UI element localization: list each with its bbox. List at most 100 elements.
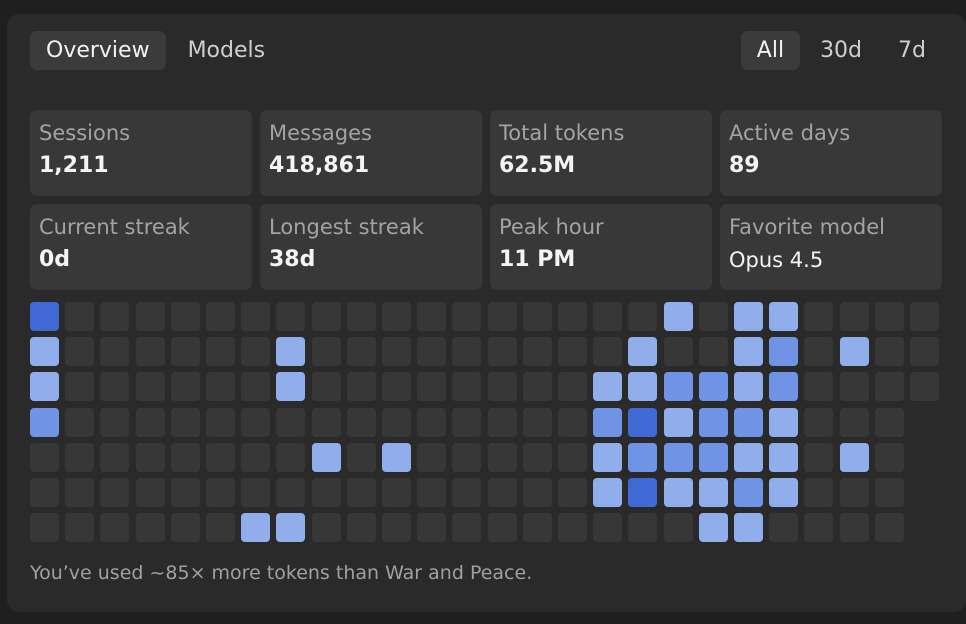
heatmap-cell bbox=[276, 478, 306, 507]
heatmap-cell bbox=[382, 302, 411, 331]
heatmap-cell bbox=[593, 442, 623, 472]
heatmap-cell bbox=[452, 478, 482, 507]
heatmap-cell bbox=[276, 337, 306, 367]
heatmap-cell bbox=[135, 372, 165, 402]
heatmap-cell bbox=[311, 513, 341, 543]
heatmap-cell bbox=[311, 302, 341, 331]
heatmap-cell bbox=[100, 478, 130, 507]
heatmap-cell bbox=[558, 372, 587, 402]
heatmap-cell bbox=[628, 442, 658, 472]
heatmap-cell bbox=[698, 337, 728, 367]
range-tabs: All 30d 7d bbox=[740, 31, 942, 70]
heatmap-cell bbox=[170, 407, 200, 437]
heatmap-cell bbox=[206, 513, 235, 543]
heatmap-cell bbox=[487, 513, 517, 543]
heatmap-cell bbox=[769, 337, 799, 367]
usage-panel: Overview Models All 30d 7d Sessions 1,21… bbox=[7, 14, 966, 612]
view-tabs: Overview Models bbox=[30, 31, 281, 70]
range-7d[interactable]: 7d bbox=[882, 31, 942, 70]
heatmap-cell bbox=[170, 302, 200, 331]
heatmap-cell bbox=[311, 372, 341, 402]
heatmap-cell bbox=[346, 372, 376, 402]
heatmap-cell bbox=[30, 302, 59, 331]
heatmap-cell bbox=[663, 372, 693, 402]
stat-card-sessions: Sessions 1,211 bbox=[30, 110, 252, 196]
heatmap-cell bbox=[417, 407, 447, 437]
range-all[interactable]: All bbox=[740, 31, 801, 70]
heatmap-cell bbox=[241, 337, 271, 367]
heatmap-cell bbox=[65, 302, 95, 331]
usage-summary-text: You’ve used ~85× more tokens than War an… bbox=[30, 562, 533, 584]
heatmap-cell bbox=[874, 337, 904, 367]
heatmap-cell bbox=[206, 442, 235, 472]
heatmap-cell bbox=[769, 407, 799, 437]
stat-card-messages: Messages 418,861 bbox=[260, 110, 482, 196]
heatmap-cell bbox=[628, 302, 658, 331]
heatmap-cell bbox=[487, 302, 517, 331]
heatmap-cell bbox=[135, 302, 165, 331]
heatmap-cell bbox=[65, 337, 95, 367]
heatmap-cell bbox=[593, 513, 623, 543]
heatmap-cell bbox=[769, 372, 799, 402]
heatmap-cell bbox=[170, 513, 200, 543]
heatmap-cell bbox=[276, 372, 306, 402]
stat-label: Messages bbox=[269, 121, 372, 145]
heatmap-cell bbox=[135, 442, 165, 472]
heatmap-cell bbox=[874, 478, 904, 507]
heatmap-cell bbox=[311, 337, 341, 367]
heatmap-cell bbox=[839, 407, 869, 437]
heatmap-cell bbox=[100, 407, 130, 437]
heatmap-cell bbox=[839, 478, 869, 507]
stat-label: Longest streak bbox=[269, 215, 424, 239]
heatmap-cell bbox=[30, 513, 59, 543]
heatmap-cell bbox=[628, 513, 658, 543]
heatmap-cell bbox=[346, 302, 376, 331]
heatmap-cell bbox=[346, 442, 376, 472]
heatmap-cell bbox=[30, 442, 59, 472]
heatmap-cell bbox=[100, 337, 130, 367]
heatmap-cell bbox=[452, 337, 482, 367]
heatmap-cell bbox=[663, 478, 693, 507]
heatmap-cell bbox=[452, 302, 482, 331]
stat-card-active-days: Active days 89 bbox=[720, 110, 942, 196]
stat-value: 11 PM bbox=[499, 247, 576, 272]
heatmap-cell bbox=[698, 513, 728, 543]
range-30d[interactable]: 30d bbox=[804, 31, 878, 70]
heatmap-cell bbox=[593, 372, 623, 402]
stat-label: Sessions bbox=[39, 121, 131, 145]
heatmap-cell bbox=[522, 478, 552, 507]
heatmap-cell bbox=[170, 337, 200, 367]
heatmap-cell bbox=[135, 337, 165, 367]
heatmap-cell bbox=[487, 478, 517, 507]
heatmap-cell bbox=[382, 372, 411, 402]
stat-label: Total tokens bbox=[499, 121, 625, 145]
heatmap-cell bbox=[698, 372, 728, 402]
heatmap-cell bbox=[206, 337, 235, 367]
heatmap-cell bbox=[804, 337, 834, 367]
tab-models[interactable]: Models bbox=[172, 31, 282, 70]
heatmap-cell bbox=[100, 442, 130, 472]
heatmap-cell bbox=[382, 442, 411, 472]
heatmap-cell bbox=[769, 442, 799, 472]
heatmap-cell bbox=[135, 513, 165, 543]
heatmap-cell bbox=[276, 513, 306, 543]
heatmap-cell bbox=[839, 337, 869, 367]
heatmap-cell bbox=[593, 302, 623, 331]
heatmap-cell bbox=[522, 442, 552, 472]
heatmap-cell bbox=[206, 478, 235, 507]
heatmap-cell bbox=[276, 442, 306, 472]
stat-value: 89 bbox=[729, 153, 760, 178]
heatmap-cell bbox=[417, 372, 447, 402]
heatmap-cell bbox=[769, 513, 799, 543]
heatmap-cell bbox=[769, 478, 799, 507]
tab-overview[interactable]: Overview bbox=[30, 31, 166, 70]
heatmap-cell bbox=[804, 302, 834, 331]
heatmap-cell bbox=[417, 513, 447, 543]
heatmap-cell bbox=[311, 478, 341, 507]
heatmap-cell bbox=[734, 442, 763, 472]
heatmap-cell bbox=[487, 372, 517, 402]
heatmap-cell bbox=[170, 478, 200, 507]
heatmap-cell bbox=[241, 513, 271, 543]
heatmap-cell bbox=[311, 407, 341, 437]
heatmap-cell bbox=[276, 407, 306, 437]
